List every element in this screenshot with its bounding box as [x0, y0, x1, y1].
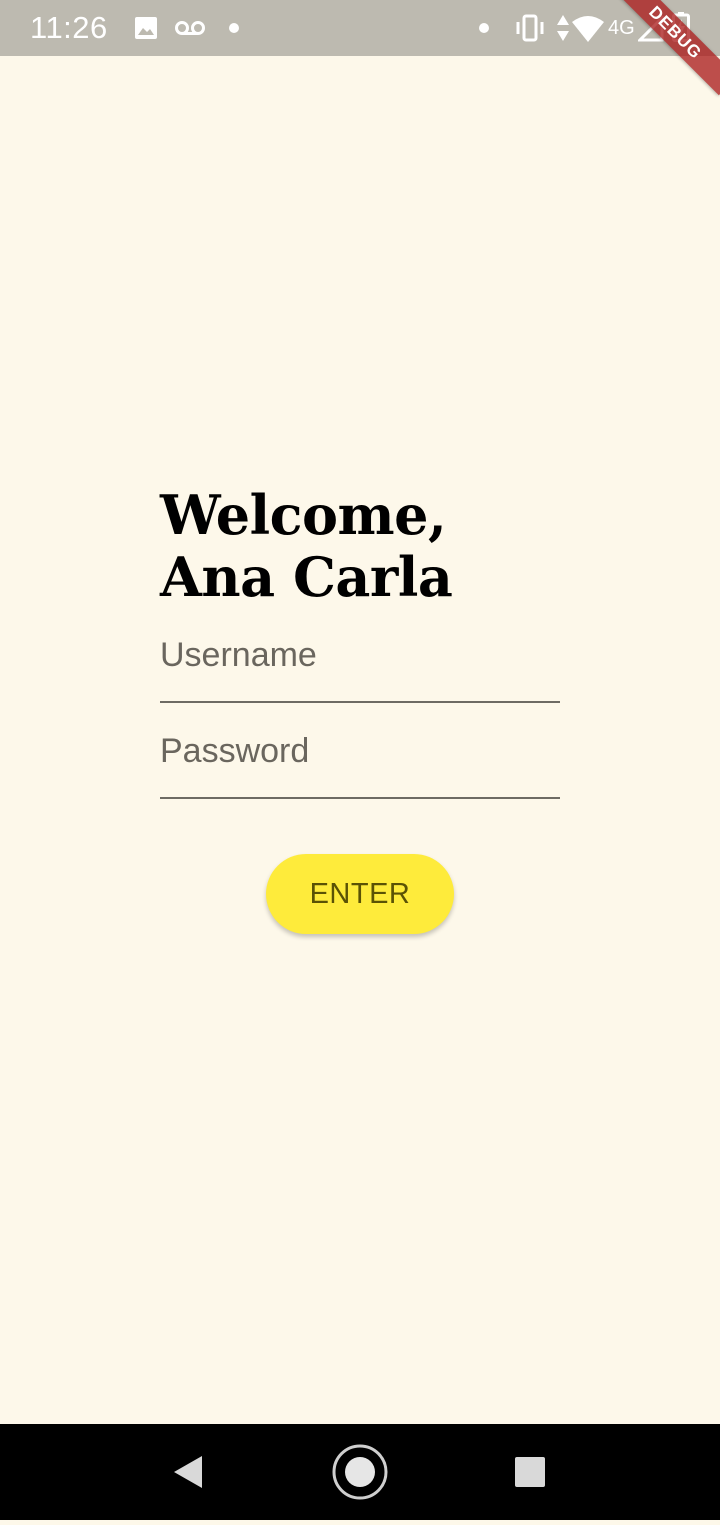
password-label: Password	[160, 732, 310, 770]
voicemail-icon	[175, 21, 205, 35]
recents-icon	[515, 1457, 545, 1487]
home-icon	[332, 1444, 388, 1500]
debug-banner: DEBUG	[612, 0, 720, 96]
back-button[interactable]	[140, 1424, 236, 1520]
navigation-bar	[0, 1424, 720, 1520]
status-bar: 11:26 4G DEBUG	[0, 0, 720, 96]
data-arrows-icon	[557, 15, 569, 41]
username-field[interactable]: Username	[160, 636, 560, 703]
user-name: Ana Carla	[160, 545, 453, 609]
enter-button[interactable]: ENTER	[266, 854, 454, 934]
username-label: Username	[160, 636, 317, 674]
image-icon	[135, 17, 157, 39]
vibrate-icon	[516, 14, 544, 42]
recents-button[interactable]	[482, 1424, 578, 1520]
home-button[interactable]	[312, 1424, 408, 1520]
notification-dot-icon	[479, 23, 489, 33]
welcome-title: Welcome, Ana Carla	[160, 483, 453, 609]
network-type: 4G	[608, 17, 635, 39]
notification-dot-icon	[229, 23, 239, 33]
wifi-icon	[572, 16, 604, 42]
back-icon	[174, 1456, 202, 1488]
welcome-line: Welcome,	[160, 483, 447, 547]
password-field[interactable]: Password	[160, 732, 560, 799]
status-time: 11:26	[30, 10, 108, 45]
